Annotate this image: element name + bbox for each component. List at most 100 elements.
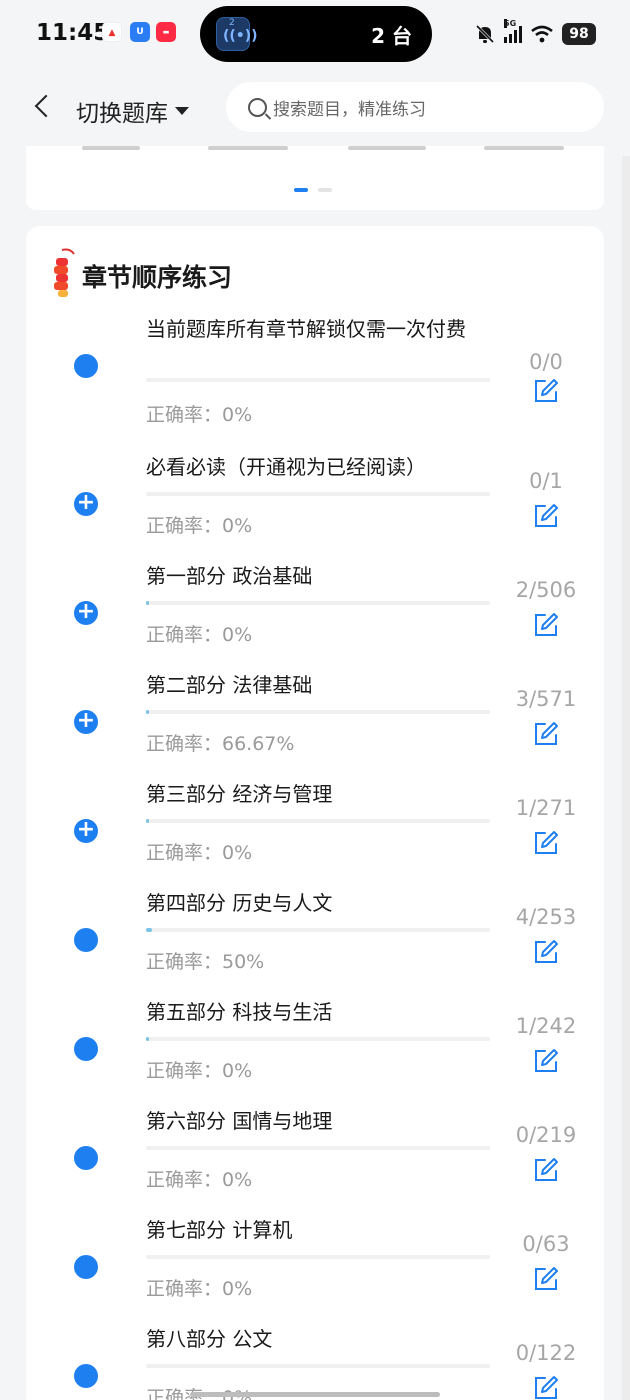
- chapter-title: 第六部分 国情与地理: [146, 1109, 333, 1133]
- chapter-count: 0/0: [529, 350, 563, 374]
- chapter-count: 0/63: [522, 1232, 570, 1256]
- edit-practice-icon[interactable]: [533, 1157, 559, 1183]
- chapter-progress-bar: [146, 1255, 490, 1259]
- edit-practice-icon[interactable]: [533, 612, 559, 638]
- search-placeholder: 搜索题目，精准练习: [273, 99, 426, 120]
- chapter-accuracy: 正确率：0%: [146, 1169, 253, 1191]
- edit-practice-icon[interactable]: [533, 378, 559, 404]
- cut-off-label: [484, 146, 564, 150]
- pagination-dot[interactable]: [318, 188, 332, 192]
- chapter-row[interactable]: 当前题库所有章节解锁仅需一次付费 正确率：0% 0/0: [26, 310, 604, 426]
- edit-practice-icon[interactable]: [533, 1266, 559, 1292]
- chapter-row[interactable]: + 第二部分 法律基础 正确率：66.67% 3/571: [26, 665, 604, 774]
- chapter-row[interactable]: + 必看必读（开通视为已经阅读） 正确率：0% 0/1: [26, 447, 604, 556]
- chapter-progress-bar: [146, 492, 490, 496]
- chapter-accuracy: 正确率：50%: [146, 951, 265, 973]
- scroll-track: [622, 156, 630, 1400]
- chapter-row[interactable]: 第四部分 历史与人文 正确率：50% 4/253: [26, 883, 604, 992]
- chapter-count: 0/1: [529, 469, 563, 493]
- app-a-icon: ▲: [102, 22, 122, 42]
- chapter-count: 3/571: [515, 687, 577, 711]
- chapter-accuracy: 正确率：0%: [146, 515, 253, 537]
- home-indicator[interactable]: [190, 1392, 440, 1397]
- search-input[interactable]: 搜索题目，精准练习: [226, 82, 604, 132]
- cut-off-label: [348, 146, 426, 150]
- chapter-count: 0/219: [515, 1123, 577, 1147]
- search-icon: [248, 97, 267, 117]
- firecracker-icon: [54, 248, 75, 297]
- chapter-row[interactable]: 第七部分 计算机 正确率：0% 0/63: [26, 1210, 604, 1319]
- chapter-row[interactable]: + 第一部分 政治基础 正确率：0% 2/506: [26, 556, 604, 665]
- chapter-progress-fill: [146, 928, 152, 932]
- chapter-title: 第八部分 公文: [146, 1327, 273, 1351]
- app-u-icon: U: [130, 22, 150, 42]
- chapter-progress-fill: [146, 601, 149, 605]
- mute-bell-icon: [475, 24, 495, 44]
- category-carousel[interactable]: [26, 146, 604, 210]
- edit-practice-icon[interactable]: [533, 721, 559, 747]
- expand-plus-icon[interactable]: +: [74, 819, 98, 843]
- chapter-progress-bar: [146, 710, 490, 714]
- edit-practice-icon[interactable]: [533, 1048, 559, 1074]
- chapter-title: 第二部分 法律基础: [146, 673, 313, 697]
- chapter-progress-bar: [146, 378, 490, 382]
- chapter-title: 第七部分 计算机: [146, 1218, 293, 1242]
- status-bar: 11:45 ▲ U ▬ 2 ((•)) 2 台 5G 98: [0, 0, 630, 70]
- chapter-accuracy: 正确率：0%: [146, 404, 253, 426]
- chapter-progress-bar: [146, 928, 490, 932]
- chapter-title: 第四部分 历史与人文: [146, 891, 333, 915]
- chapter-count: 2/506: [515, 578, 577, 602]
- chapter-progress-bar: [146, 601, 490, 605]
- pagination-dot-active[interactable]: [294, 188, 308, 192]
- chapter-count: 1/242: [515, 1014, 577, 1038]
- chapter-title: 当前题库所有章节解锁仅需一次付费: [146, 317, 466, 341]
- chapter-title: 第一部分 政治基础: [146, 564, 313, 588]
- switch-bank-dropdown[interactable]: 切换题库: [76, 94, 189, 128]
- chapter-row[interactable]: 第五部分 科技与生活 正确率：0% 1/242: [26, 992, 604, 1101]
- chapter-row[interactable]: 第八部分 公文正确率：0%0/122: [26, 1319, 604, 1400]
- chapter-count: 0/122: [515, 1341, 577, 1365]
- cut-off-label: [208, 146, 288, 150]
- expand-plus-icon[interactable]: +: [74, 710, 98, 734]
- chapter-dot-icon[interactable]: [74, 1255, 98, 1279]
- chapter-practice-card: 章节顺序练习 当前题库所有章节解锁仅需一次付费 正确率：0% 0/0 + 必看必读（开通…: [26, 226, 604, 1400]
- back-button[interactable]: [22, 88, 62, 128]
- chapter-dot-icon[interactable]: [74, 354, 98, 378]
- expand-plus-icon[interactable]: +: [74, 492, 98, 516]
- edit-practice-icon[interactable]: [533, 1375, 559, 1400]
- chapter-dot-icon[interactable]: [74, 1146, 98, 1170]
- edit-practice-icon[interactable]: [533, 939, 559, 965]
- section-title: 章节顺序练习: [82, 263, 233, 292]
- edit-practice-icon[interactable]: [533, 503, 559, 529]
- chapter-accuracy: 正确率：66.67%: [146, 733, 295, 755]
- chapter-accuracy: 正确率：0%: [146, 1060, 253, 1082]
- cut-off-label: [82, 146, 140, 150]
- chapter-row[interactable]: + 第三部分 经济与管理 正确率：0% 1/271: [26, 774, 604, 883]
- chapter-progress-fill: [146, 819, 149, 823]
- chapter-dot-icon[interactable]: [74, 928, 98, 952]
- chapter-progress-bar: [146, 1037, 490, 1041]
- chapter-title: 必看必读（开通视为已经阅读）: [146, 455, 426, 479]
- island-app-icon: 2 ((•)): [216, 17, 258, 51]
- chapter-progress-bar: [146, 1364, 490, 1368]
- caret-down-icon: [175, 107, 189, 115]
- chapter-progress-fill: [146, 1037, 149, 1041]
- dynamic-island[interactable]: 2 ((•)) 2 台: [200, 6, 432, 62]
- switch-bank-label: 切换题库: [76, 101, 168, 127]
- carousel-pagination: [294, 188, 332, 192]
- cellular-signal-icon: 5G: [504, 19, 522, 43]
- chapter-title: 第三部分 经济与管理: [146, 782, 333, 806]
- chapter-progress-bar: [146, 1146, 490, 1150]
- wifi-icon: [531, 25, 553, 43]
- chapter-dot-icon[interactable]: [74, 1037, 98, 1061]
- expand-plus-icon[interactable]: +: [74, 601, 98, 625]
- status-icons: 5G 98: [474, 19, 596, 46]
- edit-practice-icon[interactable]: [533, 830, 559, 856]
- chapter-title: 第五部分 科技与生活: [146, 1000, 333, 1024]
- app-xiaohongshu-icon: ▬: [156, 22, 176, 42]
- chapter-count: 1/271: [515, 796, 577, 820]
- chapter-row[interactable]: 第六部分 国情与地理 正确率：0% 0/219: [26, 1101, 604, 1210]
- app-header: 切换题库 搜索题目，精准练习: [0, 70, 630, 146]
- chapter-accuracy: 正确率：0%: [146, 842, 253, 864]
- chapter-dot-icon[interactable]: [74, 1364, 98, 1388]
